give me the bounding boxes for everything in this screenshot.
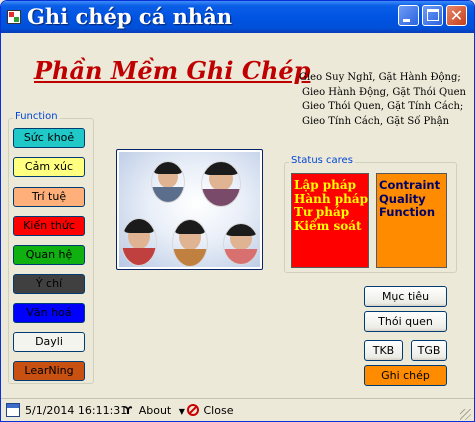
thoi-quen-button[interactable]: Thói quen (364, 311, 447, 332)
about-label: About (138, 404, 172, 417)
motto-text: Gieo Suy Nghĩ, Gặt Hành Động; Gieo Hành … (299, 71, 466, 129)
muc-tieu-button[interactable]: Mục tiêu (364, 286, 447, 307)
no-entry-icon (187, 404, 199, 416)
status-right-panel: Contraint Quality Function (376, 173, 447, 268)
status-left-panel: Lập pháp Hành pháp Tư pháp Kiểm soát (291, 173, 369, 268)
motto-line: Gieo Tính Cách, Gặt Số Phận (302, 115, 450, 127)
family-photo (116, 149, 263, 270)
function-button[interactable]: Trí tuệ (13, 187, 85, 207)
minimize-button[interactable] (398, 5, 419, 26)
close-window-button[interactable]: ✕ (446, 5, 467, 26)
datetime-label: 5/1/2014 16:11:31 (25, 404, 128, 417)
status-bar: 5/1/2014 16:11:31 ϒ About ▼ Close (1, 398, 474, 421)
function-button[interactable]: Dayli (13, 332, 85, 352)
resize-grip[interactable] (460, 409, 471, 420)
about-icon: ϒ (124, 404, 133, 417)
app-window: Ghi chép cá nhân ✕ Phần Mềm Ghi Chép Gie… (0, 0, 475, 422)
app-icon[interactable] (7, 10, 21, 24)
tkb-button[interactable]: TKB (364, 340, 403, 361)
close-label: Close (203, 404, 234, 417)
photo-person (172, 219, 208, 267)
maximize-button[interactable] (422, 5, 443, 26)
function-button[interactable]: Kiến thức (13, 216, 85, 236)
function-button[interactable]: Văn hoá (13, 303, 85, 323)
close-menu[interactable]: Close (187, 404, 233, 417)
status-group: Status cares Lập pháp Hành pháp Tư pháp … (284, 155, 457, 273)
window-title: Ghi chép cá nhân (27, 4, 233, 29)
function-button[interactable]: Sức khoẻ (13, 128, 85, 148)
close-icon: ✕ (449, 6, 464, 25)
minimize-icon (403, 19, 410, 22)
status-right-item: Quality (379, 191, 426, 206)
status-right-item: Contraint (379, 178, 441, 192)
function-button[interactable]: Ý chí (13, 274, 85, 294)
tgb-button[interactable]: TGB (411, 340, 447, 361)
status-left-item: Kiểm soát (294, 218, 362, 233)
status-left-item: Hành pháp (294, 191, 369, 206)
photo-person (121, 218, 157, 266)
maximize-icon (427, 9, 439, 21)
function-button[interactable]: Quan hệ (13, 245, 85, 265)
photo-person (201, 161, 241, 207)
status-left-item: Lập pháp (294, 178, 357, 192)
chevron-down-icon: ▼ (178, 407, 185, 416)
status-right-item: Function (379, 205, 436, 219)
photo-person (151, 161, 185, 203)
ghi-chep-button[interactable]: Ghi chép (364, 365, 447, 386)
motto-line: Gieo Thói Quen, Gặt Tính Cách; (302, 101, 464, 112)
about-menu[interactable]: ϒ About ▼ (124, 404, 185, 417)
function-button[interactable]: LearNing (13, 361, 85, 381)
status-left-item: Tư pháp (294, 205, 350, 219)
motto-line: Gieo Hành Động, Gặt Thói Quen (302, 86, 466, 98)
calendar-icon (6, 403, 20, 417)
function-group-label: Function (13, 111, 60, 122)
title-bar[interactable]: Ghi chép cá nhân ✕ (1, 1, 474, 33)
app-heading: Phần Mềm Ghi Chép (34, 56, 311, 85)
function-button[interactable]: Cảm xúc (13, 157, 85, 177)
photo-person (223, 223, 259, 265)
status-group-label: Status cares (289, 155, 355, 166)
motto-line: Gieo Suy Nghĩ, Gặt Hành Động; (299, 72, 461, 83)
